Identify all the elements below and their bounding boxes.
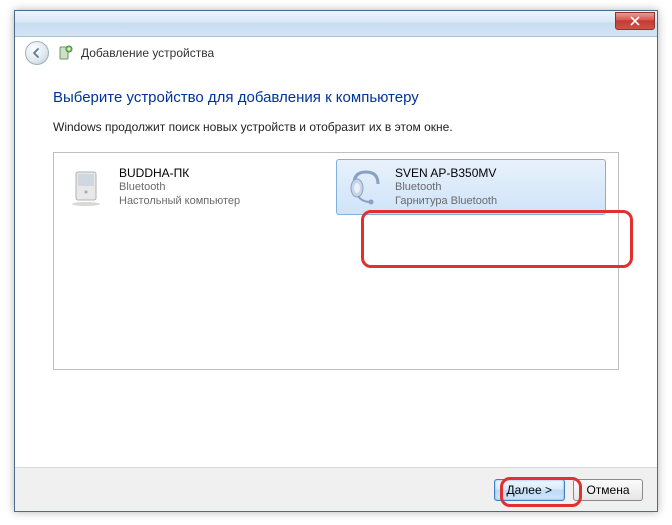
desktop-icon xyxy=(67,165,111,209)
nav-title: Добавление устройства xyxy=(81,46,214,60)
page-heading: Выберите устройство для добавления к ком… xyxy=(53,89,619,106)
device-type: Настольный компьютер xyxy=(119,195,240,209)
footer: Далее > Отмена xyxy=(15,467,657,511)
page-subtext: Windows продолжит поиск новых устройств … xyxy=(53,120,619,134)
device-item-sven[interactable]: SVEN AP-B350MV Bluetooth Гарнитура Bluet… xyxy=(336,159,606,215)
device-protocol: Bluetooth xyxy=(395,181,497,195)
device-name: SVEN AP-B350MV xyxy=(395,166,497,181)
device-list: BUDDHA-ПК Bluetooth Настольный компьютер… xyxy=(53,152,619,370)
close-icon xyxy=(630,16,640,26)
back-arrow-icon xyxy=(31,47,43,59)
nav-row: Добавление устройства xyxy=(15,37,657,69)
device-item-buddha[interactable]: BUDDHA-ПК Bluetooth Настольный компьютер xyxy=(60,159,330,215)
cancel-button[interactable]: Отмена xyxy=(573,479,643,501)
headset-icon xyxy=(343,165,387,209)
content-area: Выберите устройство для добавления к ком… xyxy=(15,69,657,380)
back-button[interactable] xyxy=(25,41,49,65)
add-device-icon xyxy=(57,45,73,61)
close-button[interactable] xyxy=(615,12,655,30)
device-info: SVEN AP-B350MV Bluetooth Гарнитура Bluet… xyxy=(395,166,497,209)
titlebar xyxy=(15,11,657,37)
dialog-window: Добавление устройства Выберите устройств… xyxy=(14,10,658,512)
device-protocol: Bluetooth xyxy=(119,181,240,195)
next-button[interactable]: Далее > xyxy=(494,479,566,501)
device-name: BUDDHA-ПК xyxy=(119,166,240,181)
device-type: Гарнитура Bluetooth xyxy=(395,195,497,209)
device-info: BUDDHA-ПК Bluetooth Настольный компьютер xyxy=(119,166,240,209)
